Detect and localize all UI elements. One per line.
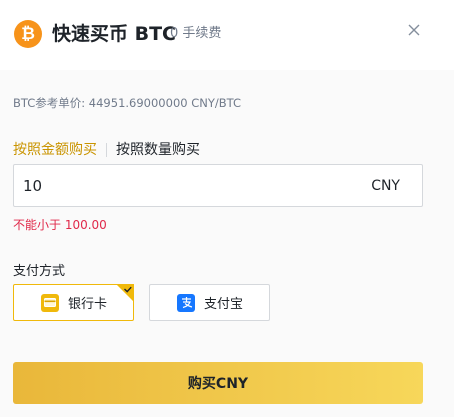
payment-option-bank-card[interactable]: 银行卡 (13, 284, 134, 321)
buy-button[interactable]: 购买CNY (13, 362, 423, 404)
bank-card-icon (41, 293, 59, 312)
payment-option-alipay[interactable]: 支付宝 (149, 284, 270, 321)
dialog-title: 快速买币 BTC (52, 23, 177, 45)
currency-unit: CNY (371, 178, 400, 194)
tab-buy-by-quantity[interactable]: 按照数量购买 (116, 140, 200, 160)
reference-price: BTC参考单价: 44951.69000000 CNY/BTC (13, 96, 242, 110)
dialog-header: ₿ 快速买币 BTC 0 手续费 (0, 0, 454, 70)
alipay-label: 支付宝 (204, 297, 244, 312)
close-icon[interactable] (404, 20, 424, 40)
bitcoin-icon: ₿ (14, 20, 42, 48)
fee-text: 0 手续费 (170, 26, 222, 41)
payment-method-label: 支付方式 (13, 264, 66, 279)
selected-check-icon (116, 284, 134, 302)
tab-buy-by-amount[interactable]: 按照金额购买 (13, 140, 97, 160)
bitcoin-symbol: ₿ (21, 24, 35, 44)
tab-divider (106, 143, 107, 157)
validation-error: 不能小于 100.00 (13, 218, 107, 232)
alipay-icon (177, 293, 195, 312)
amount-input-value[interactable]: 10 (23, 177, 42, 195)
amount-input[interactable]: 10 CNY (13, 164, 423, 207)
bank-card-label: 银行卡 (68, 297, 108, 312)
purchase-mode-tabs: 按照金额购买 按照数量购买 (13, 140, 200, 160)
